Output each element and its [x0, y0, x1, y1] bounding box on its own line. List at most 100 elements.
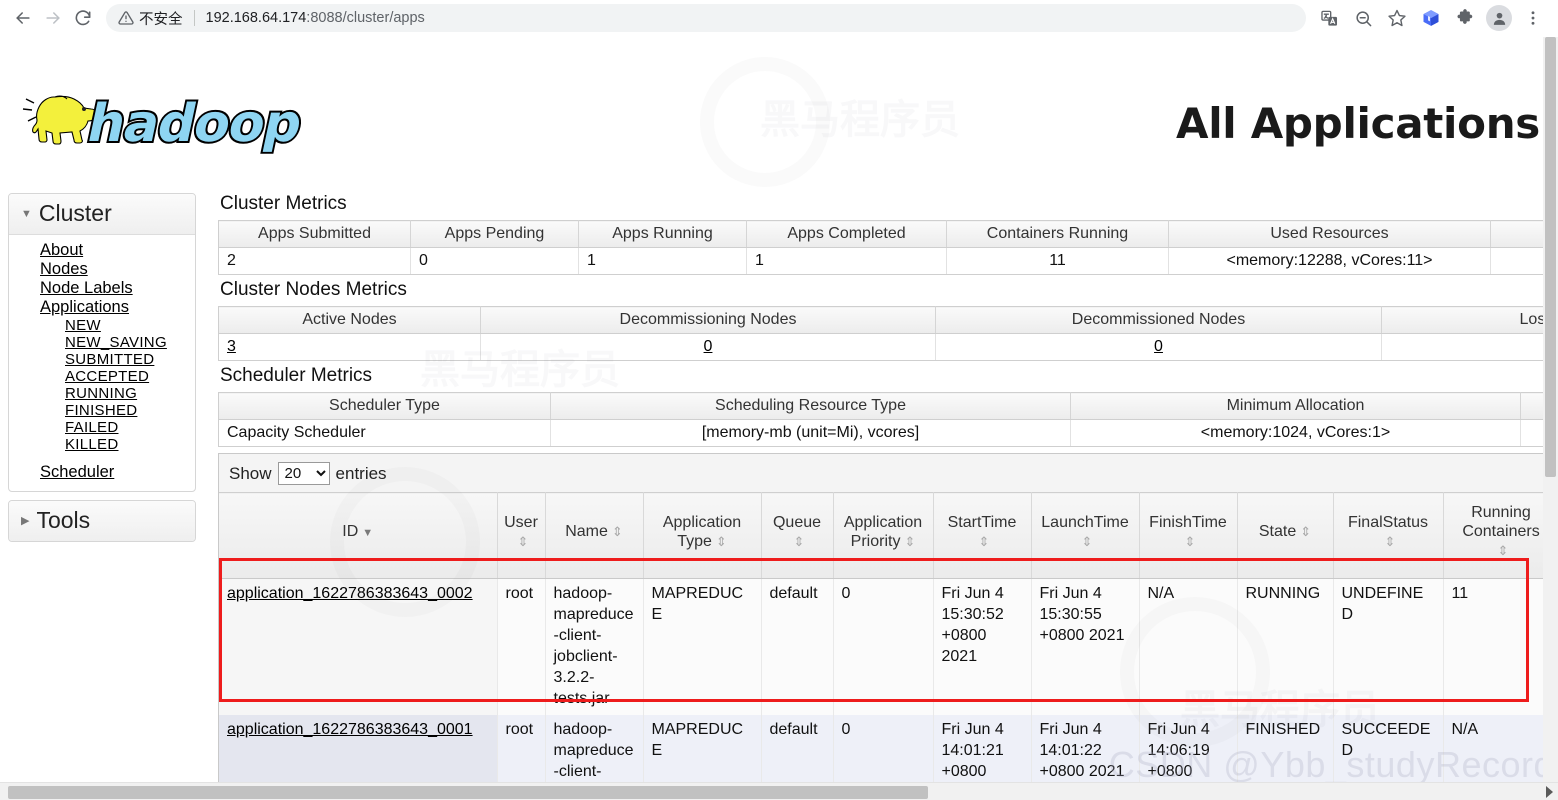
col-state[interactable]: State ⇕: [1237, 492, 1334, 579]
applications-panel: Show 204060100 entries ID▼ User⇕ Name⇕ A: [218, 453, 1558, 800]
url-text[interactable]: 192.168.64.174:8088/cluster/apps: [206, 10, 425, 26]
decommissioning-nodes-link[interactable]: 0: [704, 338, 713, 355]
table-header-row: Active Nodes Decommissioning Nodes Decom…: [218, 306, 1558, 334]
sidebar-item-killed[interactable]: KILLED: [9, 436, 195, 453]
col-apps-pending[interactable]: Apps Pending: [410, 220, 579, 248]
cell-apps-pending: 0: [410, 247, 579, 275]
three-dot-menu-icon[interactable]: [1518, 3, 1548, 33]
col-used-resources[interactable]: Used Resources: [1168, 220, 1491, 248]
col-queue[interactable]: Queue ⇕: [761, 492, 834, 579]
sort-both-icon: ⇕: [978, 533, 990, 549]
col-name[interactable]: Name ⇕: [545, 492, 644, 579]
sidebar-item-failed[interactable]: FAILED: [9, 419, 195, 436]
sort-both-icon: ⇕: [1384, 533, 1396, 549]
table-header-row: Scheduler Type Scheduling Resource Type …: [218, 392, 1558, 420]
cell-apps-submitted: 2: [218, 247, 411, 275]
col-finish-time[interactable]: FinishTime ⇕: [1139, 492, 1238, 579]
sidebar-header-cluster[interactable]: ▼ Cluster: [9, 194, 195, 235]
entries-control: Show 204060100 entries: [219, 454, 1557, 492]
horizontal-scrollbar-thumb[interactable]: [8, 786, 928, 799]
cell-minimum-allocation: <memory:1024, vCores:1>: [1070, 419, 1521, 447]
zoom-out-icon[interactable]: [1348, 3, 1378, 33]
active-nodes-link[interactable]: 3: [227, 338, 236, 355]
sidebar-item-node-labels[interactable]: Node Labels: [9, 279, 195, 298]
cell-finish-time: N/A: [1139, 578, 1238, 715]
sidebar-item-submitted[interactable]: SUBMITTED: [9, 351, 195, 368]
col-application-priority[interactable]: Application Priority ⇕: [833, 492, 934, 579]
forward-arrow-icon[interactable]: [38, 3, 68, 33]
sort-both-icon: ⇕: [904, 533, 916, 549]
horizontal-scrollbar[interactable]: [0, 782, 1558, 800]
sidebar-item-applications[interactable]: Applications: [9, 298, 195, 317]
cell-active-nodes: 3: [218, 333, 481, 361]
not-secure-warning-icon[interactable]: [118, 10, 134, 26]
col-decommissioned-nodes[interactable]: Decommissioned Nodes: [935, 306, 1382, 334]
cell-state: RUNNING: [1237, 578, 1334, 715]
col-application-type[interactable]: Application Type ⇕: [643, 492, 762, 579]
sidebar-item-new[interactable]: NEW: [9, 317, 195, 334]
col-state-label: State: [1258, 523, 1297, 540]
col-apps-submitted[interactable]: Apps Submitted: [218, 220, 411, 248]
hadoop-logo[interactable]: hadoop: [6, 79, 346, 159]
sidebar-item-accepted[interactable]: ACCEPTED: [9, 368, 195, 385]
sort-both-icon: ⇕: [715, 533, 727, 549]
col-apps-completed[interactable]: Apps Completed: [746, 220, 947, 248]
vertical-scrollbar-thumb[interactable]: [1545, 37, 1556, 477]
col-launch-time[interactable]: LaunchTime ⇕: [1031, 492, 1140, 579]
sidebar-header-tools[interactable]: ▶ Tools: [9, 501, 195, 541]
col-decommissioning-nodes[interactable]: Decommissioning Nodes: [480, 306, 936, 334]
col-active-nodes[interactable]: Active Nodes: [218, 306, 481, 334]
sidebar: ▼ Cluster About Nodes Node Labels Applic…: [8, 193, 196, 550]
col-running-containers[interactable]: Running Containers ⇕: [1443, 492, 1558, 579]
sidebar-item-scheduler[interactable]: Scheduler: [9, 463, 195, 482]
cluster-nodes-metrics-title: Cluster Nodes Metrics: [220, 279, 407, 300]
cell-queue: default: [761, 578, 834, 715]
col-minimum-allocation[interactable]: Minimum Allocation: [1070, 392, 1521, 420]
col-start-time[interactable]: StartTime ⇕: [933, 492, 1032, 579]
cell-lost-nodes: 0: [1381, 333, 1558, 361]
profile-avatar-icon[interactable]: [1484, 3, 1514, 33]
sidebar-item-new-saving[interactable]: NEW_SAVING: [9, 334, 195, 351]
cell-decommissioned-nodes: 0: [935, 333, 1382, 361]
sidebar-header-label: Cluster: [38, 200, 112, 226]
scheduler-metrics-table: Scheduler Type Scheduling Resource Type …: [218, 392, 1558, 447]
entries-select[interactable]: 204060100: [277, 462, 330, 485]
cell-name: hadoop-mapreduce-client-jobclient-3.2.2-…: [545, 578, 644, 715]
cell-id: application_1622786383643_0002: [219, 578, 498, 715]
col-scheduler-type[interactable]: Scheduler Type: [218, 392, 551, 420]
sidebar-links-cluster: About Nodes Node Labels Applications NEW…: [9, 235, 195, 491]
col-scheduling-resource-type[interactable]: Scheduling Resource Type: [550, 392, 1071, 420]
toolbar-right-actions: [1312, 3, 1550, 33]
star-bookmark-icon[interactable]: [1382, 3, 1412, 33]
yarn-header: hadoop All Applications: [0, 37, 1558, 156]
puzzle-extensions-icon[interactable]: [1450, 3, 1480, 33]
scroll-right-arrow-icon[interactable]: [1546, 786, 1553, 798]
table-header-row: Apps Submitted Apps Pending Apps Running…: [218, 220, 1558, 248]
sidebar-item-about[interactable]: About: [9, 241, 195, 260]
vertical-scrollbar[interactable]: [1543, 37, 1558, 800]
col-user[interactable]: User ⇕: [497, 492, 546, 579]
cell-start-time: Fri Jun 4 15:30:52 +0800 2021: [933, 578, 1032, 715]
cell-used-resources: <memory:12288, vCores:11>: [1168, 247, 1491, 275]
sidebar-item-running[interactable]: RUNNING: [9, 385, 195, 402]
col-lost-nodes[interactable]: Lost Nodes: [1381, 306, 1558, 334]
sidebar-item-nodes[interactable]: Nodes: [9, 260, 195, 279]
reload-icon[interactable]: [68, 3, 98, 33]
application-id-link[interactable]: application_1622786383643_0001: [227, 721, 473, 738]
sidebar-item-finished[interactable]: FINISHED: [9, 402, 195, 419]
sort-both-icon: ⇕: [517, 533, 529, 549]
translate-icon[interactable]: [1314, 3, 1344, 33]
entries-label: entries: [335, 463, 387, 483]
col-name-label: Name: [565, 523, 608, 540]
decommissioned-nodes-link[interactable]: 0: [1154, 338, 1163, 355]
application-id-link[interactable]: application_1622786383643_0002: [227, 585, 473, 602]
col-apps-running[interactable]: Apps Running: [578, 220, 747, 248]
col-containers-running[interactable]: Containers Running: [946, 220, 1169, 248]
omnibox[interactable]: 不安全 192.168.64.174:8088/cluster/apps: [106, 4, 1306, 32]
cluster-nodes-metrics-table: Active Nodes Decommissioning Nodes Decom…: [218, 306, 1558, 361]
col-final-status[interactable]: FinalStatus ⇕: [1333, 492, 1444, 579]
table-row[interactable]: application_1622786383643_0002 root hado…: [219, 578, 1558, 715]
back-arrow-icon[interactable]: [8, 3, 38, 33]
3d-cube-icon[interactable]: [1416, 3, 1446, 33]
col-id[interactable]: ID ▼: [219, 492, 498, 579]
